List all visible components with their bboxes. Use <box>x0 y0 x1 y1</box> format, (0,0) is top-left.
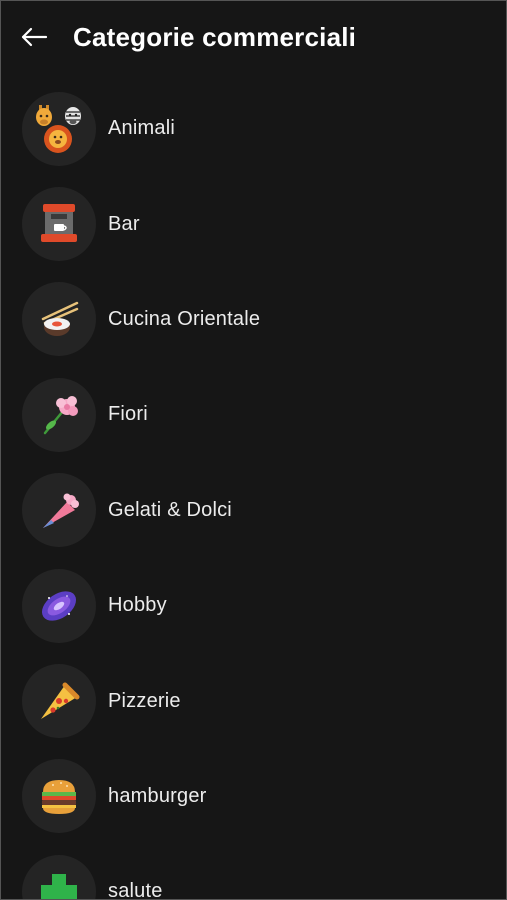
category-label: Bar <box>108 212 140 235</box>
piping-bag-icon <box>43 493 79 529</box>
sushi-chopsticks-icon <box>41 302 79 337</box>
app-screen: Categorie commerciali Animali Bar Cucina… <box>0 0 507 900</box>
category-avatar <box>22 568 96 643</box>
category-item-hamburger[interactable]: hamburger <box>1 749 506 844</box>
health-cross-icon <box>41 873 77 899</box>
galaxy-icon <box>41 590 77 621</box>
category-list: Animali Bar Cucina Orientale Fiori Gelat… <box>1 81 506 900</box>
category-avatar <box>22 473 96 548</box>
category-label: Pizzerie <box>108 689 181 712</box>
arrow-left-icon <box>21 27 48 47</box>
hamburger-icon <box>42 780 76 815</box>
category-avatar <box>22 91 96 166</box>
category-item-gelati-dolci[interactable]: Gelati & Dolci <box>1 463 506 558</box>
category-avatar <box>22 282 96 357</box>
animals-icon <box>36 104 81 153</box>
category-avatar <box>22 854 96 899</box>
category-label: Animali <box>108 117 175 140</box>
category-avatar <box>22 759 96 834</box>
app-bar: Categorie commerciali <box>1 1 506 73</box>
category-label: salute <box>108 880 163 900</box>
flower-icon <box>43 395 78 435</box>
back-button[interactable] <box>19 22 49 52</box>
category-avatar <box>22 377 96 452</box>
category-label: hamburger <box>108 784 207 807</box>
category-item-fiori[interactable]: Fiori <box>1 367 506 462</box>
category-item-animali[interactable]: Animali <box>1 81 506 176</box>
category-label: Gelati & Dolci <box>108 498 232 521</box>
category-label: Fiori <box>108 403 148 426</box>
coffee-machine-icon <box>41 204 77 243</box>
category-item-cucina-orientale[interactable]: Cucina Orientale <box>1 272 506 367</box>
category-item-salute[interactable]: salute <box>1 844 506 900</box>
category-item-pizzerie[interactable]: Pizzerie <box>1 653 506 748</box>
pizza-slice-icon <box>41 682 80 720</box>
page-title: Categorie commerciali <box>73 21 357 52</box>
category-item-bar[interactable]: Bar <box>1 176 506 271</box>
category-avatar <box>22 664 96 739</box>
category-label: Hobby <box>108 594 167 617</box>
category-label: Cucina Orientale <box>108 307 261 330</box>
category-item-hobby[interactable]: Hobby <box>1 558 506 653</box>
category-avatar <box>22 187 96 262</box>
